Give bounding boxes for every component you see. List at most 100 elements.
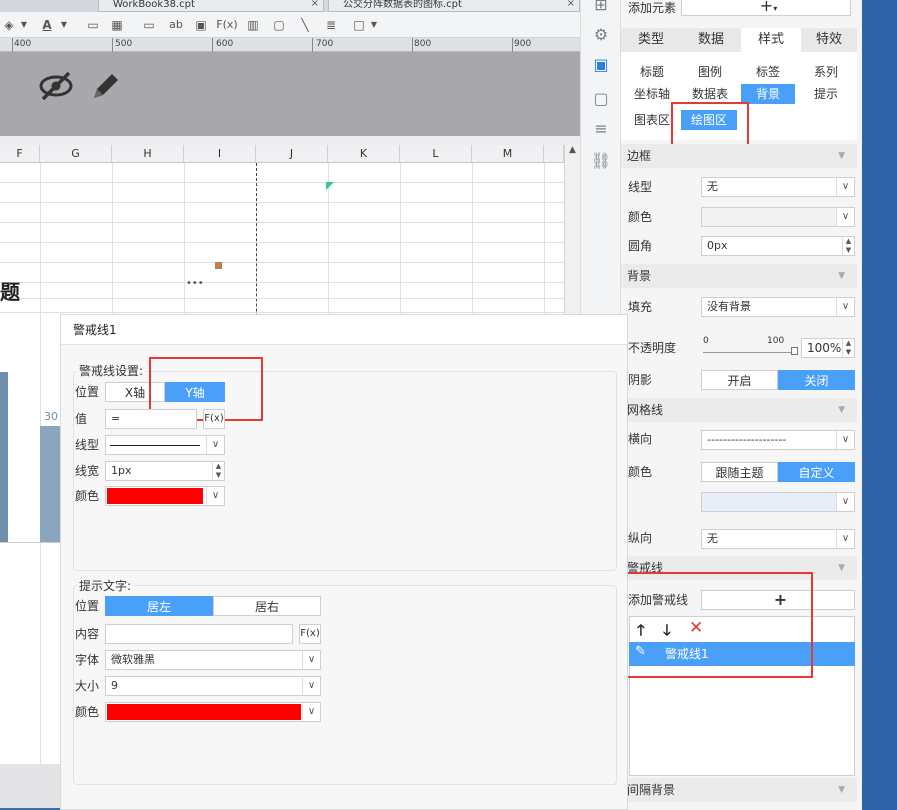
resize-handle[interactable] <box>215 262 222 269</box>
grid-color-picker[interactable]: ∨ <box>701 492 855 512</box>
merge-cells-icon[interactable]: ▭ <box>84 16 102 34</box>
text-icon[interactable]: ab <box>166 16 186 34</box>
chevron-down-icon[interactable]: ▼ <box>368 16 380 34</box>
list-icon[interactable]: ≡ <box>590 118 612 140</box>
add-element-label: 添加元素 <box>628 1 677 15</box>
shadow-off-button[interactable]: 关闭 <box>778 370 855 390</box>
column-header[interactable]: L <box>400 145 472 163</box>
formula-button[interactable]: F(x) <box>299 624 321 644</box>
subtab-series[interactable]: 系列 <box>797 62 855 82</box>
line-color-picker[interactable]: ∨ <box>105 486 225 506</box>
custom-color-button[interactable]: 自定义 <box>778 462 855 482</box>
size-select[interactable]: 9 ∨ <box>105 676 321 696</box>
slider-thumb[interactable] <box>791 347 798 355</box>
vertical-line-select[interactable]: 无 ∨ <box>701 529 855 549</box>
column-header[interactable]: J <box>256 145 328 163</box>
chevron-down-icon: ∨ <box>836 178 854 196</box>
tab-effect[interactable]: 特效 <box>801 28 857 52</box>
eye-hidden-icon[interactable] <box>38 68 74 104</box>
subtab-legend[interactable]: 图例 <box>681 62 739 82</box>
hint-left-button[interactable]: 居左 <box>105 596 213 616</box>
corner-radius-input[interactable]: 0px ▲ ▼ <box>701 236 855 256</box>
dialog-title: 警戒线1 <box>61 315 627 345</box>
tab-style[interactable]: 样式 <box>741 28 801 52</box>
font-color-icon[interactable]: A <box>38 16 56 34</box>
subtab-chart-area[interactable]: 图表区 <box>629 110 675 130</box>
tree-icon[interactable]: ⊞ <box>590 0 612 16</box>
slash-icon[interactable]: ╲ <box>296 16 314 34</box>
column-header[interactable]: F <box>0 145 40 163</box>
chevron-down-icon: ∨ <box>836 493 854 511</box>
border-icon[interactable]: □ <box>350 16 368 34</box>
stepper-icon[interactable]: ▲ ▼ <box>842 237 854 255</box>
section-border-header[interactable]: 边框 ▼ <box>621 144 857 168</box>
subtab-title[interactable]: 标题 <box>623 62 681 82</box>
chart-data-label: 30 <box>44 410 58 423</box>
subtab-datasheet[interactable]: 数据表 <box>681 84 739 104</box>
list-icon[interactable]: ≣ <box>322 16 340 34</box>
line-type-select[interactable]: 无 ∨ <box>701 177 855 197</box>
formula-icon[interactable]: F(x) <box>216 16 238 34</box>
hint-color-picker[interactable]: ∨ <box>105 702 321 722</box>
grid-icon[interactable]: ▦ <box>108 16 126 34</box>
image-icon[interactable]: ▣ <box>192 16 210 34</box>
subtab-background[interactable]: 背景 <box>741 84 795 104</box>
paint-bucket-icon[interactable]: ◈ <box>0 16 18 34</box>
chart-icon[interactable]: ▥ <box>244 16 262 34</box>
add-element-button[interactable]: +▾ <box>681 0 851 16</box>
chart-property-icon[interactable]: ▣ <box>590 54 612 76</box>
tab-bus-data[interactable]: 公交分阵数据表的图标.cpt × <box>328 0 580 12</box>
chevron-down-icon: ∨ <box>206 487 224 505</box>
border-color-picker[interactable]: ∨ <box>701 207 855 227</box>
chevron-down-icon: ∨ <box>302 651 320 669</box>
stepper-icon[interactable]: ▲ ▼ <box>842 339 854 357</box>
content-input[interactable] <box>105 624 293 644</box>
formula-button[interactable]: F(x) <box>203 409 225 429</box>
column-header[interactable]: H <box>112 145 184 163</box>
more-icon[interactable]: ••• <box>186 278 204 289</box>
opacity-slider[interactable] <box>703 352 795 353</box>
content-label: 内容 <box>75 627 100 641</box>
fill-select[interactable]: 没有背景 ∨ <box>701 297 855 317</box>
image-icon[interactable]: ▢ <box>270 16 288 34</box>
desktop-background <box>862 0 897 810</box>
select-value: 微软雅黑 <box>111 653 155 666</box>
chevron-down-icon[interactable]: ▼ <box>18 16 30 34</box>
plus-icon: + <box>759 0 774 15</box>
subtab-label[interactable]: 标签 <box>739 62 797 82</box>
text-field-icon[interactable]: ▭ <box>140 16 158 34</box>
column-header[interactable]: M <box>472 145 544 163</box>
close-icon[interactable]: × <box>567 0 575 9</box>
section-background-header[interactable]: 背景 ▼ <box>621 264 857 288</box>
link-icon[interactable]: ⛓ <box>590 150 612 172</box>
chevron-down-icon[interactable]: ▼ <box>58 16 70 34</box>
chevron-up-icon[interactable]: ▲ <box>565 145 580 155</box>
pencil-icon[interactable] <box>88 68 124 104</box>
section-interval-bg-header[interactable]: 间隔背景 ▼ <box>621 778 857 802</box>
linetype-select[interactable]: ∨ <box>105 435 225 455</box>
opacity-input[interactable]: 100% ▲ ▼ <box>801 338 855 358</box>
font-select[interactable]: 微软雅黑 ∨ <box>105 650 321 670</box>
widget-icon[interactable]: ▢ <box>590 88 612 110</box>
column-header[interactable]: K <box>328 145 400 163</box>
subtab-axis[interactable]: 坐标轴 <box>623 84 681 104</box>
settings-label: 警戒线设置: <box>77 361 146 381</box>
close-icon[interactable]: × <box>311 0 319 9</box>
stepper-icon[interactable]: ▲ ▼ <box>212 462 224 480</box>
tab-type[interactable]: 类型 <box>621 28 681 52</box>
select-value: -------------------- <box>707 433 787 446</box>
hint-right-button[interactable]: 居右 <box>213 596 321 616</box>
value-input[interactable]: = <box>105 409 197 429</box>
section-grid-header[interactable]: 网格线 ▼ <box>621 398 857 422</box>
subtab-tooltip[interactable]: 提示 <box>797 84 855 104</box>
follow-theme-button[interactable]: 跟随主题 <box>701 462 778 482</box>
column-header[interactable]: G <box>40 145 112 163</box>
shadow-on-button[interactable]: 开启 <box>701 370 778 390</box>
linewidth-input[interactable]: 1px ▲ ▼ <box>105 461 225 481</box>
horizontal-line-select[interactable]: -------------------- ∨ <box>701 430 855 450</box>
ruler-label: 800 <box>414 39 432 49</box>
tab-workbook38[interactable]: WorkBook38.cpt × <box>98 0 324 12</box>
tab-data[interactable]: 数据 <box>681 28 741 52</box>
settings-doc-icon[interactable]: ⚙ <box>590 24 612 46</box>
column-header[interactable]: I <box>184 145 256 163</box>
